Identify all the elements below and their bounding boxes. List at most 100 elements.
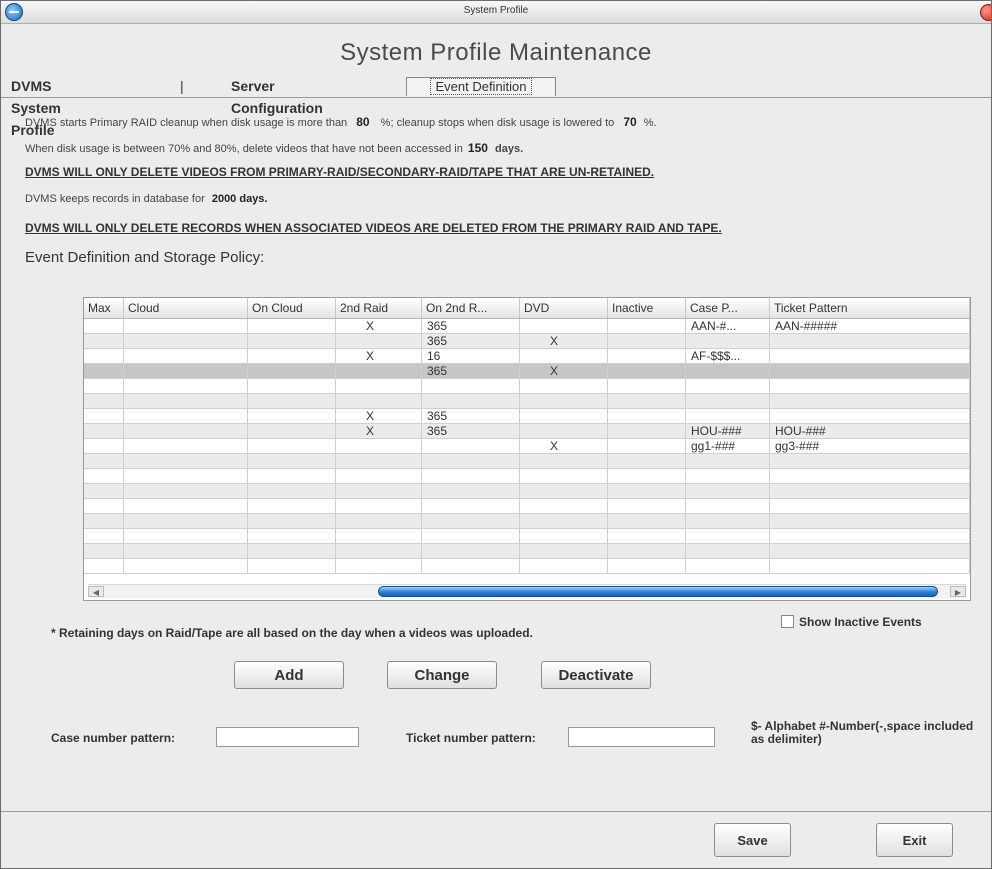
grid-column-header[interactable]: Cloud [124, 298, 248, 318]
table-cell [520, 484, 608, 498]
horizontal-scrollbar[interactable]: ◀ ▶ [88, 584, 966, 598]
table-cell [608, 484, 686, 498]
table-cell [124, 409, 248, 423]
table-row[interactable] [84, 529, 970, 544]
table-row[interactable] [84, 469, 970, 484]
table-cell [124, 424, 248, 438]
deactivate-button[interactable]: Deactivate [541, 661, 651, 689]
table-cell [520, 409, 608, 423]
table-cell [422, 394, 520, 408]
delete-policy-text-b: days. [495, 143, 524, 155]
table-cell [422, 499, 520, 513]
table-row[interactable] [84, 559, 970, 574]
table-cell [686, 484, 770, 498]
table-cell [686, 469, 770, 483]
table-row[interactable]: X 16 AF-$$$... [84, 349, 970, 364]
table-row[interactable] [84, 499, 970, 514]
table-row[interactable]: Xgg1-### gg3-### [84, 439, 970, 454]
tab-dvms-system-profile[interactable]: DVMS System Profile [11, 75, 61, 138]
save-button[interactable]: Save [714, 823, 791, 857]
table-cell [124, 484, 248, 498]
grid-column-header[interactable]: Max [84, 298, 124, 318]
table-row[interactable] [84, 394, 970, 409]
table-cell: 365 [422, 364, 520, 378]
table-cell [770, 514, 970, 528]
section-title: Event Definition and Storage Policy: [25, 249, 265, 266]
case-pattern-input[interactable] [216, 727, 359, 747]
tab-server-configuration[interactable]: Server Configuration [231, 75, 323, 116]
add-button[interactable]: Add [234, 661, 344, 689]
table-row[interactable] [84, 544, 970, 559]
grid-column-header[interactable]: On 2nd R... [422, 298, 520, 318]
records-days-value[interactable]: 2000 days. [212, 193, 268, 205]
table-cell [770, 544, 970, 558]
table-cell [84, 484, 124, 498]
retention-note: * Retaining days on Raid/Tape are all ba… [51, 626, 533, 640]
table-row[interactable]: 365 X [84, 364, 970, 379]
table-cell: X [336, 349, 422, 363]
cleanup-start-value[interactable]: 80 [356, 115, 369, 129]
table-cell: 365 [422, 319, 520, 333]
table-cell [84, 529, 124, 543]
ticket-pattern-input[interactable] [568, 727, 715, 747]
table-cell [422, 439, 520, 453]
table-cell [248, 409, 336, 423]
table-cell [520, 379, 608, 393]
checkbox-box[interactable] [781, 615, 794, 628]
exit-button[interactable]: Exit [876, 823, 953, 857]
close-icon[interactable] [980, 4, 991, 21]
table-cell [84, 499, 124, 513]
table-row[interactable]: X 365 HOU-### HOU-### [84, 424, 970, 439]
grid-column-header[interactable]: 2nd Raid [336, 298, 422, 318]
tab-separator: | [180, 78, 184, 94]
cleanup-stop-value[interactable]: 70 [623, 115, 636, 129]
table-cell: X [520, 364, 608, 378]
table-cell [770, 334, 970, 348]
chevron-right-icon[interactable]: ▶ [950, 586, 966, 597]
tab-event-definition[interactable]: Event Definition [406, 77, 556, 96]
table-row[interactable] [84, 484, 970, 499]
change-button[interactable]: Change [387, 661, 497, 689]
table-cell [336, 484, 422, 498]
table-row[interactable] [84, 514, 970, 529]
table-row[interactable]: X 365 [84, 409, 970, 424]
table-cell [84, 394, 124, 408]
table-row[interactable] [84, 454, 970, 469]
scroll-thumb[interactable] [378, 586, 938, 597]
table-cell [124, 394, 248, 408]
table-cell [248, 394, 336, 408]
grid-column-header[interactable]: Ticket Pattern [770, 298, 970, 318]
table-cell [608, 469, 686, 483]
table-cell [686, 364, 770, 378]
tab-event-definition-label: Event Definition [430, 78, 532, 95]
table-cell [336, 394, 422, 408]
table-cell [84, 349, 124, 363]
table-row[interactable] [84, 379, 970, 394]
grid-column-header[interactable]: DVD [520, 298, 608, 318]
grid-column-header[interactable]: Case P... [686, 298, 770, 318]
table-cell [248, 544, 336, 558]
page-title: System Profile Maintenance [340, 39, 652, 66]
table-cell [422, 559, 520, 573]
grid-column-header[interactable]: On Cloud [248, 298, 336, 318]
table-cell: 365 [422, 424, 520, 438]
table-cell [520, 529, 608, 543]
table-cell [686, 409, 770, 423]
show-inactive-checkbox[interactable]: Show Inactive Events [781, 615, 922, 629]
system-profile-window: System Profile System Profile Maintenanc… [0, 0, 992, 869]
table-cell [84, 379, 124, 393]
event-grid[interactable]: Max Cloud On Cloud 2nd Raid On 2nd R... DVD In… [83, 297, 971, 601]
table-cell [336, 499, 422, 513]
table-cell [520, 454, 608, 468]
delete-days-value[interactable]: 150 [468, 141, 488, 155]
table-cell: HOU-### [770, 424, 970, 438]
table-cell: AAN-##### [770, 319, 970, 333]
grid-column-header[interactable]: Inactive [608, 298, 686, 318]
table-cell [520, 514, 608, 528]
title-bar[interactable]: System Profile [1, 1, 991, 24]
table-cell [608, 349, 686, 363]
table-row[interactable]: 365 X [84, 334, 970, 349]
chevron-left-icon[interactable]: ◀ [88, 586, 104, 597]
table-cell [248, 559, 336, 573]
table-row[interactable]: X 365 AAN-#... AAN-##### [84, 319, 970, 334]
